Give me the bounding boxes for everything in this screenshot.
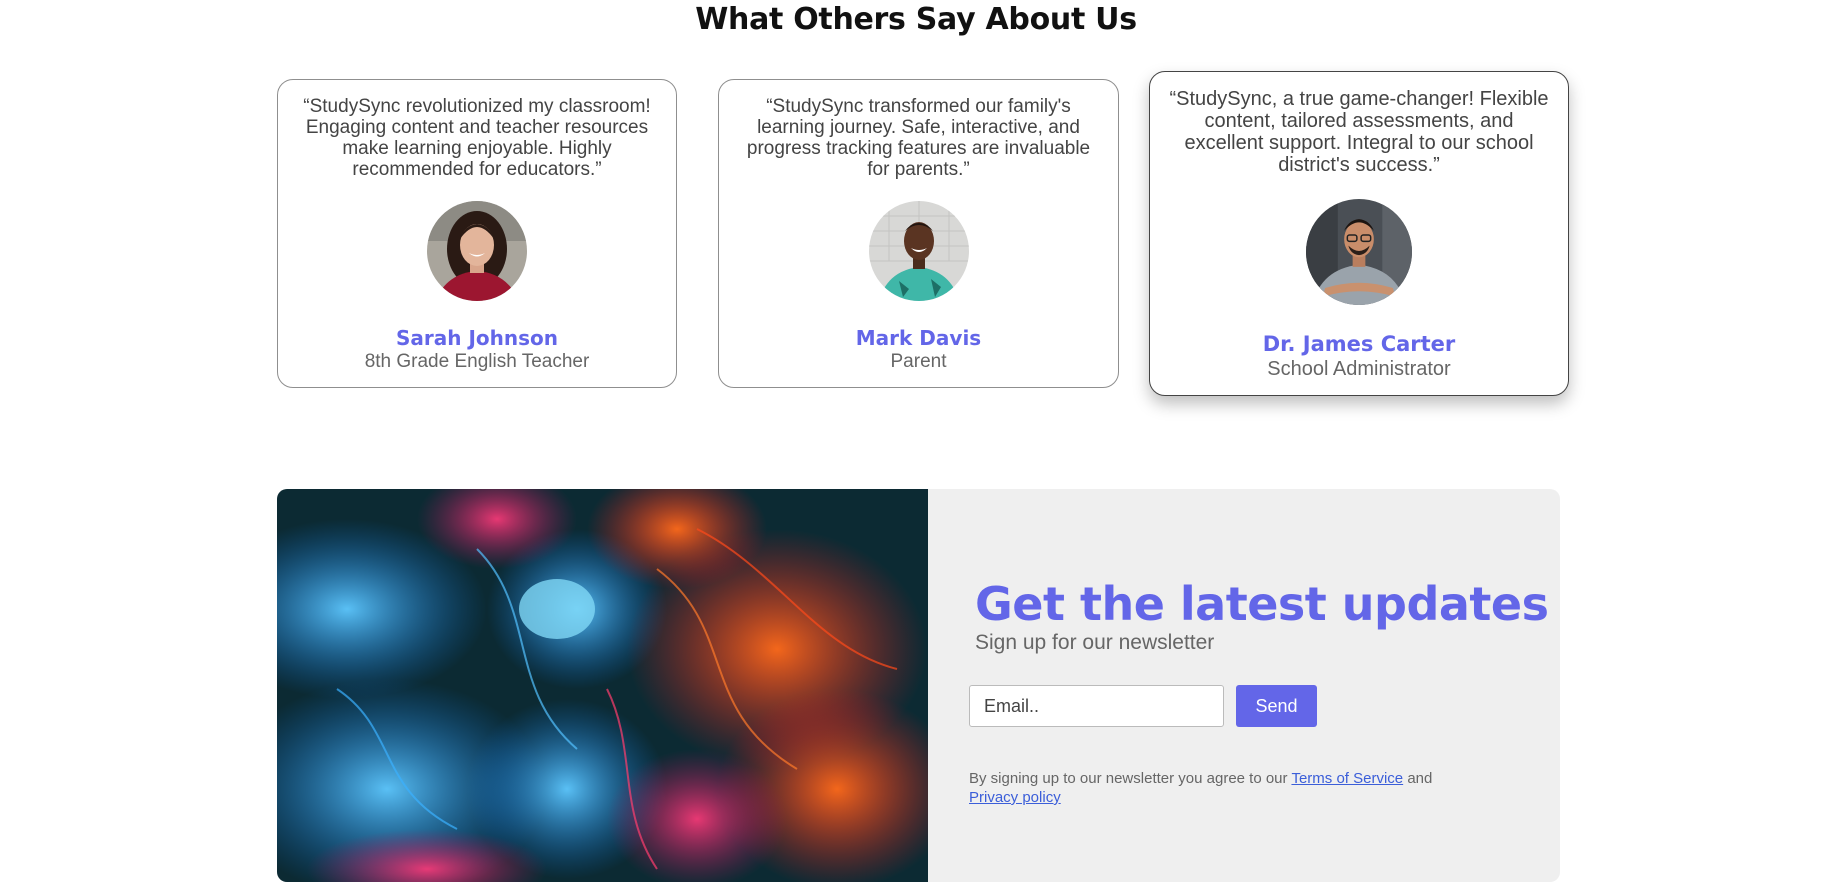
send-button[interactable]: Send (1236, 685, 1317, 727)
avatar-photo-mark (868, 201, 969, 301)
newsletter-legal-text: By signing up to our newsletter you agre… (969, 769, 1529, 807)
newsletter-title: Get the latest updates (975, 577, 1549, 631)
testimonial-card-sarah-johnson: “StudySync revolutionized my classroom! … (277, 79, 677, 388)
legal-and: and (1407, 770, 1433, 787)
terms-of-service-link[interactable]: Terms of Service (1291, 770, 1403, 787)
testimonial-quote: “StudySync revolutionized my classroom! … (303, 96, 651, 180)
avatar-photo-sarah (427, 201, 527, 301)
testimonial-card-james-carter: “StudySync, a true game-changer! Flexibl… (1149, 71, 1569, 396)
testimonial-card-mark-davis: “StudySync transformed our family's lear… (718, 79, 1119, 388)
avatar-james-carter (1306, 199, 1412, 305)
testimonial-name: Mark Davis (855, 326, 982, 350)
privacy-policy-link[interactable]: Privacy policy (969, 789, 1061, 806)
ink-smoke-artwork (277, 489, 928, 882)
testimonial-role: School Administrator (1267, 358, 1451, 380)
email-input[interactable] (969, 685, 1224, 727)
legal-prefix: By signing up to our newsletter you agre… (969, 770, 1288, 787)
section-title: What Others Say About Us (695, 2, 1137, 37)
newsletter-section: Get the latest updates Sign up for our n… (277, 489, 1560, 882)
newsletter-hero-image (277, 489, 928, 882)
testimonial-role: 8th Grade English Teacher (364, 351, 590, 372)
testimonial-quote: “StudySync transformed our family's lear… (746, 96, 1091, 180)
testimonial-quote: “StudySync, a true game-changer! Flexibl… (1169, 88, 1549, 176)
avatar-mark-davis (868, 201, 969, 301)
newsletter-subtitle: Sign up for our newsletter (975, 631, 1215, 654)
testimonial-name: Dr. James Carter (1262, 332, 1456, 356)
avatar-sarah-johnson (427, 201, 527, 301)
testimonial-name: Sarah Johnson (395, 326, 558, 350)
avatar-photo-james (1306, 199, 1412, 305)
testimonial-role: Parent (890, 351, 947, 372)
